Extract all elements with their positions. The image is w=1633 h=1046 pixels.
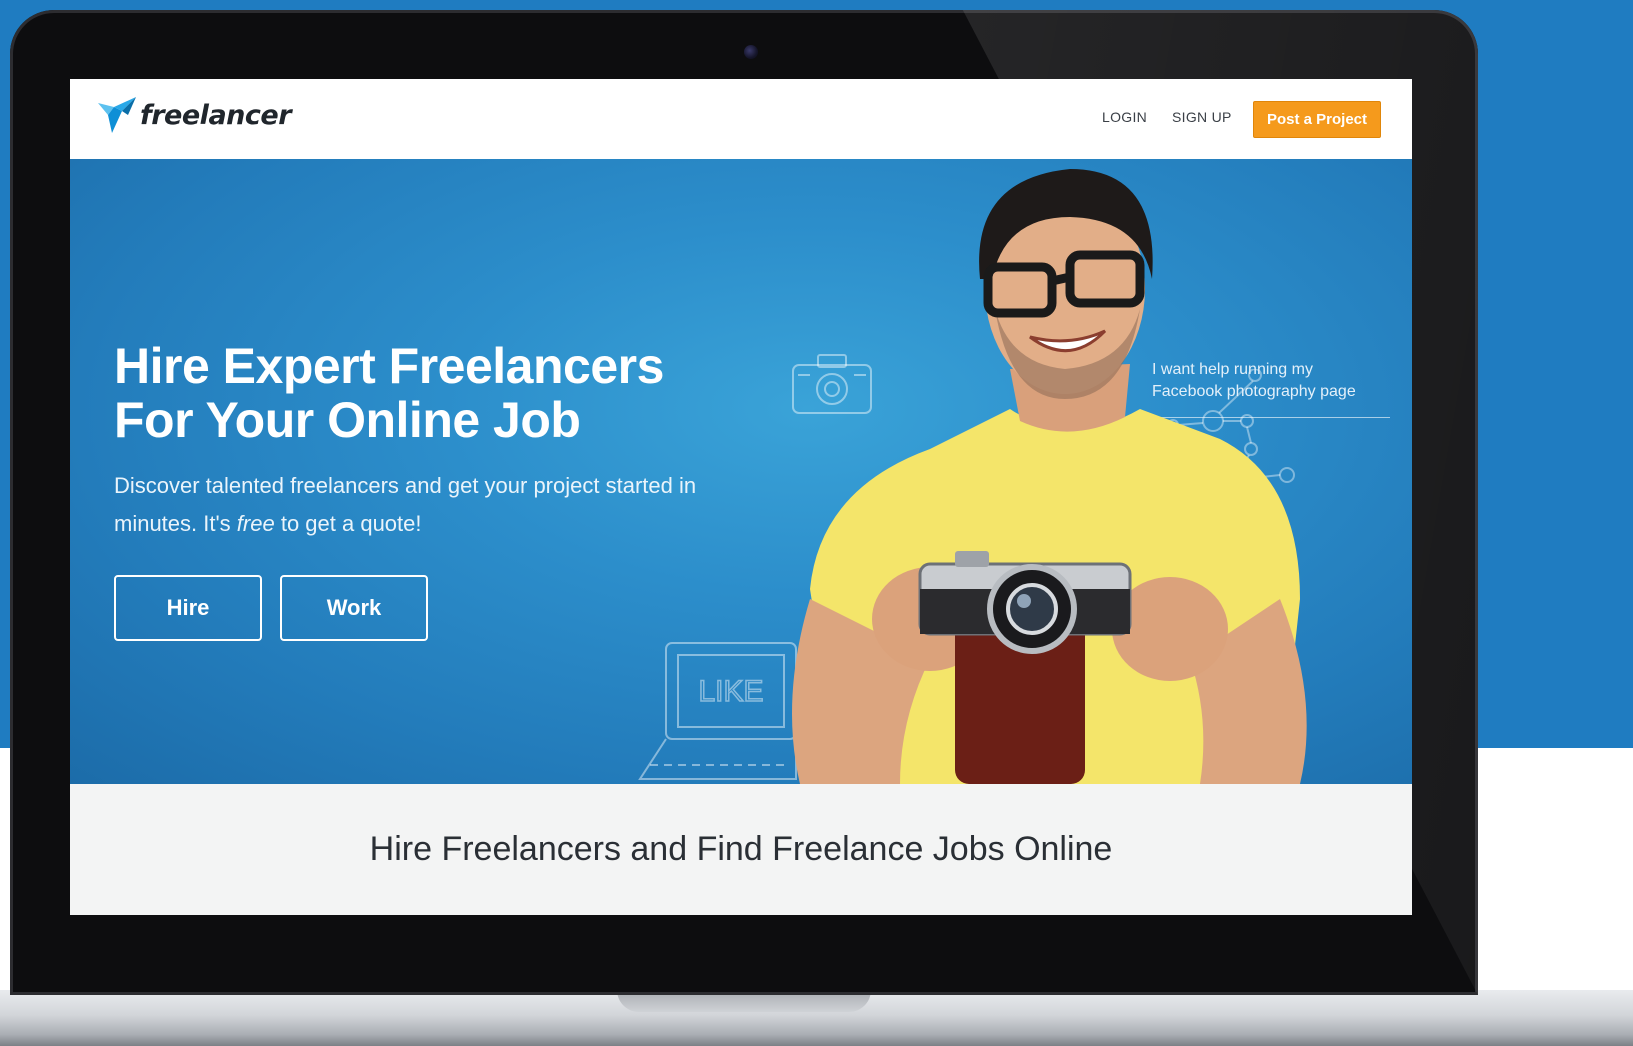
- photographer-illustration: [792, 169, 1307, 784]
- webcam-icon: [744, 45, 758, 59]
- tagline-heading: Hire Freelancers and Find Freelance Jobs…: [369, 830, 1113, 868]
- post-project-button[interactable]: Post a Project: [1253, 101, 1381, 138]
- hero-subtitle: Discover talented freelancers and get yo…: [114, 467, 754, 543]
- tagline-section: Hire Freelancers and Find Freelance Jobs…: [70, 784, 1412, 915]
- mockup-stage: freelancer LOGIN SIGN UP Post a Project: [0, 0, 1633, 1046]
- top-navigation: freelancer LOGIN SIGN UP Post a Project: [70, 79, 1412, 159]
- laptop-like-icon: LIKE: [638, 642, 797, 780]
- hire-button[interactable]: Hire: [114, 575, 262, 641]
- login-link[interactable]: LOGIN: [1102, 109, 1147, 125]
- signup-link[interactable]: SIGN UP: [1172, 109, 1232, 125]
- hero-section: LIKE I want help running my Facebook pho…: [70, 159, 1412, 784]
- brand-logo[interactable]: freelancer: [94, 93, 292, 137]
- freelancer-logo-icon: [98, 97, 136, 133]
- work-button[interactable]: Work: [280, 575, 428, 641]
- like-doodle-label: LIKE: [698, 675, 763, 708]
- laptop-screen: freelancer LOGIN SIGN UP Post a Project: [70, 79, 1412, 915]
- hero-title-line-2: For Your Online Job: [114, 392, 581, 448]
- hero-title-line-1: Hire Expert Freelancers: [114, 338, 664, 394]
- hero-subtitle-end: to get a quote!: [274, 511, 422, 536]
- hero-subtitle-emphasis: free: [236, 511, 275, 536]
- hero-title: Hire Expert Freelancers For Your Online …: [114, 339, 734, 447]
- logo-wordmark: freelancer: [140, 99, 292, 131]
